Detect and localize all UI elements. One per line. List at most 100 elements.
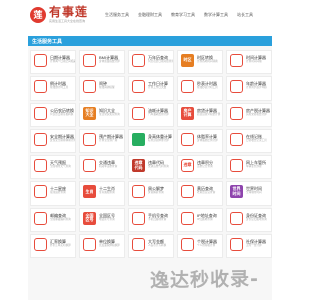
tool-tile[interactable]: 世界 时间 世界时间 全球城市时间 <box>226 181 272 206</box>
tool-tile[interactable]: 体脂率计算 身体脂肪比例计算 <box>177 128 223 154</box>
tool-tile[interactable]: 公历农历转换 公农历日期互相转换 <box>30 102 76 127</box>
id-card-icon <box>230 211 243 225</box>
tool-tile[interactable]: 生肖 十二生肖 生肖属相查询 <box>79 181 125 206</box>
tool-tile[interactable]: 汇率换算 外币汇率实时换算 <box>30 234 76 259</box>
car-icon <box>230 159 243 173</box>
tool-tile[interactable]: 倒计时器 在线倒计时工具 <box>30 76 76 101</box>
tool-tile[interactable]: 违章 违章积分 违章记分查询 <box>177 155 223 180</box>
tool-tile-body: 在线记账 日常收支记录工具 <box>246 133 267 143</box>
area-code-icon: 全国 区号 <box>83 211 96 225</box>
tool-tile-body: 单位换算 长度面积体积换算 <box>99 238 120 248</box>
nav-webmaster-tools[interactable]: 站长工具 <box>237 12 253 18</box>
tool-tile[interactable]: 年龄计算器 计算周岁虚岁年龄 <box>226 76 272 101</box>
tool-tile[interactable]: IP地址查询 IP归属地查询 <box>177 207 223 233</box>
tool-description: 身体质量指数计算 <box>99 60 120 63</box>
tool-tile[interactable]: 日期计算器计算两个日期之间相差天数 <box>30 50 76 75</box>
nav-education-tools[interactable]: 教育学习工具 <box>171 12 195 18</box>
tool-tile[interactable]: 大写金额 人民币大写转换 <box>128 234 174 259</box>
tool-tile[interactable]: 交通违章 机动车违章查询 <box>79 155 125 180</box>
tool-tile[interactable]: 个税计算器 个人所得税计算 <box>177 234 223 259</box>
tool-tile[interactable]: 在线记账 日常收支记录工具 <box>226 128 272 154</box>
nav-math-tools[interactable]: 数学计算工具 <box>204 12 228 18</box>
tool-tile[interactable]: 闹钟 在线闹钟提醒 <box>79 76 125 101</box>
tool-tile[interactable]: 单位换算 长度面积体积换算 <box>79 234 125 259</box>
tool-tile[interactable]: 知识 大全 知识大全 生活常识知识查询 <box>79 102 125 127</box>
tool-tile[interactable]: 黄历查询 老黄历宜忌查询 <box>177 181 223 206</box>
tool-tile[interactable]: 秒表计时器 在线秒表计时工具 <box>177 76 223 101</box>
tool-tile[interactable]: 工作日计算 计算工作日天数 <box>128 76 174 101</box>
clock-icon <box>230 54 243 67</box>
tool-tile[interactable]: 违章 代码 违章代码 交通违章代码查询 <box>128 155 174 180</box>
tool-tile-body: 交通违章 机动车违章查询 <box>99 159 117 169</box>
tool-tile[interactable]: 时区 时区转换 世界各地时间转换 <box>177 50 223 75</box>
tool-description: 日常收支记录工具 <box>246 138 267 142</box>
tool-tile[interactable]: 身份证查询 身份证归属地查询 <box>226 207 272 233</box>
ip-icon <box>181 211 194 225</box>
tool-tile-body: 知识大全 生活常识知识查询 <box>99 107 120 117</box>
exchange-icon <box>34 238 47 252</box>
tool-tile[interactable]: 周公解梦 梦境解析查询 <box>128 181 174 206</box>
tool-tile-body: 秒表计时器 在线秒表计时工具 <box>197 80 218 90</box>
tool-tile[interactable]: 预产期计算器 计算宝宝预产期 <box>79 128 125 154</box>
tool-tile[interactable]: 身高体重计算 标准身高体重计算 <box>128 128 174 154</box>
tool-tile-body: 个税计算器 个人所得税计算 <box>197 238 217 248</box>
calendar-icon <box>34 106 47 120</box>
tool-description: 手机归属地查询 <box>148 217 167 221</box>
tool-tile-body: 周公解梦 梦境解析查询 <box>148 185 164 195</box>
tool-description: 电话区号查询 <box>99 217 115 221</box>
tool-description: 老黄历宜忌查询 <box>197 191 216 195</box>
tool-tile-body: 房贷计算器 商业贷款公积金计算 <box>197 107 220 117</box>
scale-icon <box>83 54 96 67</box>
tool-tile-body: IP地址查询 IP归属地查询 <box>197 212 217 222</box>
tool-tile[interactable]: BMI计算器 身体质量指数计算 <box>79 50 125 75</box>
nav-life-tools[interactable]: 生活服务工具 <box>105 12 129 18</box>
tool-description: 世界各地时间转换 <box>197 60 218 63</box>
tool-description: 人民币大写转换 <box>148 244 167 248</box>
timezone-icon: 时区 <box>181 54 194 67</box>
zodiac-icon: 生肖 <box>83 185 96 199</box>
panel-header: 生活服务工具 <box>28 36 272 46</box>
tool-tile[interactable]: 手机号查询 手机归属地查询 <box>128 207 174 233</box>
tool-tile-body: 网上车管所 车辆业务办理 <box>246 159 266 169</box>
tool-description: 生活常识知识查询 <box>99 112 120 116</box>
tool-tile[interactable]: 房产税计算器 房屋交易税费计算 <box>226 102 272 127</box>
tool-tile-body: 违章代码 交通违章代码查询 <box>148 159 169 169</box>
timer-icon <box>181 80 194 94</box>
site-logo[interactable]: 莲 有事莲 实用生活工具大全在线查询 <box>30 6 88 23</box>
post-icon <box>34 211 47 225</box>
tool-description: 交通违章代码查询 <box>148 165 169 169</box>
tool-tile-body: 身高体重计算 标准身高体重计算 <box>148 133 172 143</box>
tool-tile[interactable]: 邮编查询 全国邮政编码查询 <box>30 207 76 233</box>
tool-description: 汽车油耗费用计算 <box>148 112 169 116</box>
tool-description: 计算工作日天数 <box>148 86 167 90</box>
tool-tile-body: 邮编查询 全国邮政编码查询 <box>50 212 71 222</box>
tool-description: 星座运势查询 <box>50 191 66 195</box>
tool-tile-body: 社保计算器 五险一金计算 <box>246 238 266 248</box>
nav-finance-tools[interactable]: 金融理财工具 <box>138 12 162 18</box>
tool-tile[interactable]: 房产 计算 房贷计算器 商业贷款公积金计算 <box>177 102 223 127</box>
tool-tile[interactable]: 十二星座 星座运势查询 <box>30 181 76 206</box>
tool-tile[interactable]: 万年历查询 公历农历日期对照查询 <box>128 50 174 75</box>
tool-tile-body: 万年历查询 公历农历日期对照查询 <box>148 54 173 64</box>
tool-tile[interactable]: 全国 区号 全国区号 电话区号查询 <box>79 207 125 233</box>
tool-tile-body: 汇率换算 外币汇率实时换算 <box>50 238 71 248</box>
tool-description: 机动车违章查询 <box>99 165 118 169</box>
tool-tile-body: 油耗计算器 汽车油耗费用计算 <box>148 107 169 117</box>
tool-description: 女性安全期排卵期计算 <box>50 138 76 142</box>
tool-tile[interactable]: 安全期计算器 女性安全期排卵期计算 <box>30 128 76 154</box>
calendar-icon <box>132 80 145 94</box>
tool-tile[interactable]: 油耗计算器 汽车油耗费用计算 <box>128 102 174 127</box>
points-icon: 违章 <box>181 159 194 173</box>
tool-description: 全球城市时间 <box>246 191 262 195</box>
phone-icon <box>132 211 145 225</box>
tool-tile[interactable]: 时间计算器 计算时间间隔 <box>226 50 272 75</box>
tool-description: 商业贷款公积金计算 <box>197 112 221 116</box>
tools-panel: 生活服务工具 日期计算器计算两个日期之间相差天数 BMI计算器身体质量指数计算 万年… <box>28 36 272 300</box>
tool-description: 长度面积体积换算 <box>99 244 120 248</box>
tool-tile[interactable]: 网上车管所 车辆业务办理 <box>226 155 272 180</box>
tool-tile[interactable]: 社保计算器 五险一金计算 <box>226 234 272 259</box>
tool-tile-body: 世界时间 全球城市时间 <box>246 185 262 195</box>
calendar-icon <box>132 54 145 67</box>
tool-description: 梦境解析查询 <box>148 191 164 195</box>
tool-tile[interactable]: 天气预报 全国城市天气查询 <box>30 155 76 180</box>
